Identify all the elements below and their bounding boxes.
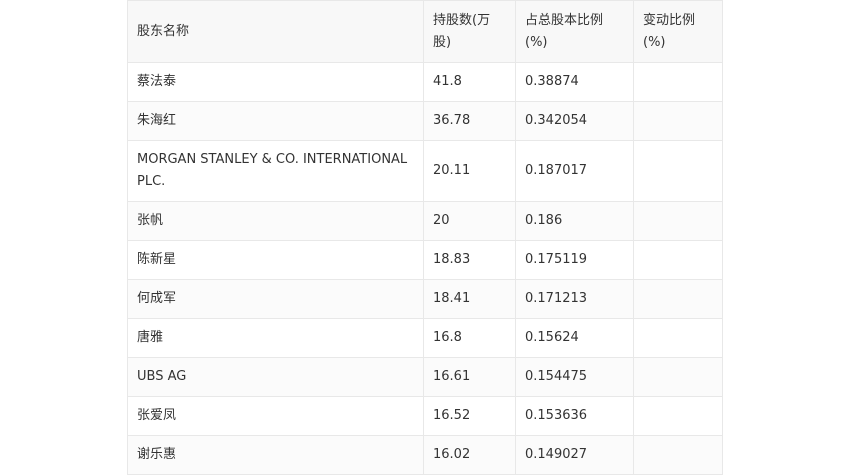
header-shares-held: 持股数(万股)	[423, 0, 516, 63]
header-shareholder-name: 股东名称	[127, 0, 424, 63]
cell-share-ratio: 0.153636	[515, 396, 634, 436]
table-row: 陈新星 18.83 0.175119	[127, 240, 723, 280]
cell-shareholder-name: 唐雅	[127, 318, 424, 358]
cell-change-ratio	[633, 240, 723, 280]
cell-shareholder-name: 蔡法泰	[127, 62, 424, 102]
cell-share-ratio: 0.187017	[515, 140, 634, 202]
cell-shares-held: 16.02	[423, 435, 516, 475]
table-row: 张帆 20 0.186	[127, 201, 723, 241]
cell-change-ratio	[633, 435, 723, 475]
table-row: 何成军 18.41 0.171213	[127, 279, 723, 319]
cell-shareholder-name: 张爱凤	[127, 396, 424, 436]
cell-shares-held: 16.61	[423, 357, 516, 397]
cell-share-ratio: 0.175119	[515, 240, 634, 280]
table-header: 股东名称 持股数(万股) 占总股本比例(%) 变动比例(%)	[127, 0, 723, 63]
table-row: 谢乐惠 16.02 0.149027	[127, 435, 723, 475]
cell-share-ratio: 0.186	[515, 201, 634, 241]
cell-change-ratio	[633, 396, 723, 436]
cell-shares-held: 20	[423, 201, 516, 241]
cell-share-ratio: 0.38874	[515, 62, 634, 102]
cell-share-ratio: 0.342054	[515, 101, 634, 141]
cell-shares-held: 41.8	[423, 62, 516, 102]
header-row: 股东名称 持股数(万股) 占总股本比例(%) 变动比例(%)	[127, 0, 723, 63]
table-body: 蔡法泰 41.8 0.38874 朱海红 36.78 0.342054 MORG…	[127, 62, 723, 475]
cell-shareholder-name: 何成军	[127, 279, 424, 319]
shareholder-table: 股东名称 持股数(万股) 占总股本比例(%) 变动比例(%) 蔡法泰 41.8 …	[127, 0, 723, 475]
cell-shares-held: 18.41	[423, 279, 516, 319]
table-row: UBS AG 16.61 0.154475	[127, 357, 723, 397]
cell-share-ratio: 0.154475	[515, 357, 634, 397]
table-row: 朱海红 36.78 0.342054	[127, 101, 723, 141]
header-share-ratio: 占总股本比例(%)	[515, 0, 634, 63]
table-row: 张爱凤 16.52 0.153636	[127, 396, 723, 436]
cell-change-ratio	[633, 357, 723, 397]
cell-change-ratio	[633, 101, 723, 141]
cell-change-ratio	[633, 201, 723, 241]
table-row: 唐雅 16.8 0.15624	[127, 318, 723, 358]
cell-shares-held: 20.11	[423, 140, 516, 202]
cell-share-ratio: 0.171213	[515, 279, 634, 319]
cell-change-ratio	[633, 279, 723, 319]
cell-shares-held: 36.78	[423, 101, 516, 141]
cell-share-ratio: 0.15624	[515, 318, 634, 358]
header-change-ratio: 变动比例(%)	[633, 0, 723, 63]
cell-shareholder-name: UBS AG	[127, 357, 424, 397]
cell-shareholder-name: MORGAN STANLEY & CO. INTERNATIONAL PLC.	[127, 140, 424, 202]
cell-shares-held: 16.52	[423, 396, 516, 436]
cell-change-ratio	[633, 318, 723, 358]
cell-shareholder-name: 张帆	[127, 201, 424, 241]
cell-change-ratio	[633, 140, 723, 202]
table-row: 蔡法泰 41.8 0.38874	[127, 62, 723, 102]
cell-shares-held: 16.8	[423, 318, 516, 358]
cell-change-ratio	[633, 62, 723, 102]
cell-shareholder-name: 谢乐惠	[127, 435, 424, 475]
table-row: MORGAN STANLEY & CO. INTERNATIONAL PLC. …	[127, 140, 723, 202]
cell-shares-held: 18.83	[423, 240, 516, 280]
cell-shareholder-name: 朱海红	[127, 101, 424, 141]
cell-shareholder-name: 陈新星	[127, 240, 424, 280]
shareholder-table-wrapper: 股东名称 持股数(万股) 占总股本比例(%) 变动比例(%) 蔡法泰 41.8 …	[127, 0, 723, 475]
cell-share-ratio: 0.149027	[515, 435, 634, 475]
